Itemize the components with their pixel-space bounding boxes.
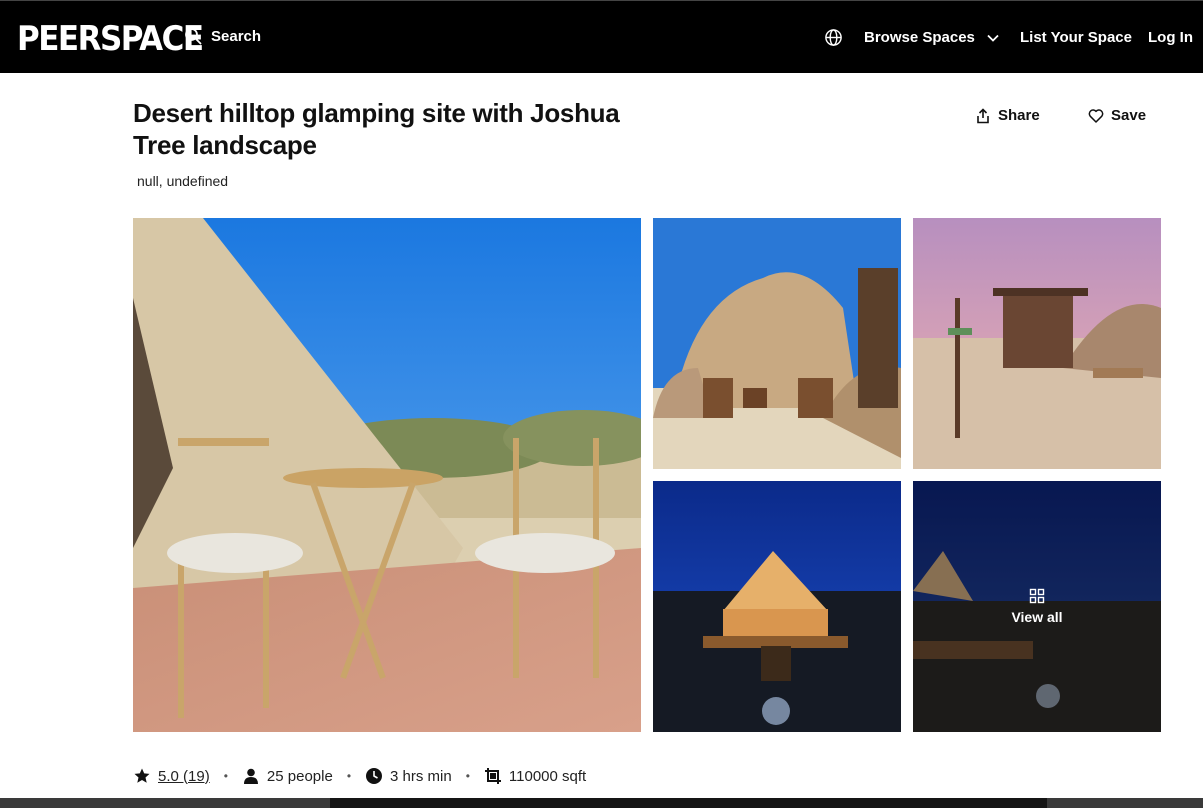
search-icon: [185, 28, 202, 45]
night-tent-photo: [653, 481, 901, 732]
bottom-strip: [0, 798, 1203, 808]
peerspace-logo[interactable]: PEERSPACE: [17, 20, 204, 59]
rating-link[interactable]: 5.0 (19): [158, 768, 210, 785]
log-in-link[interactable]: Log In: [1148, 29, 1193, 46]
person-icon: [243, 768, 258, 784]
min-hours-value: 3 hrs min: [390, 767, 452, 785]
gallery-photo-view-all[interactable]: View all: [913, 481, 1161, 732]
boulders-chairs-photo: [653, 218, 901, 469]
gallery-photo-rocks[interactable]: [653, 218, 901, 469]
chevron-down-icon: [987, 34, 999, 42]
size-value: 110000 sqft: [508, 767, 587, 785]
share-icon: [977, 107, 989, 123]
star-icon: [134, 768, 150, 783]
save-label: Save: [1111, 107, 1147, 124]
capacity-stat: 25 people: [242, 767, 333, 785]
separator-dot: •: [223, 769, 228, 783]
share-button[interactable]: Share: [975, 107, 1040, 124]
heart-icon: [1088, 108, 1104, 123]
listing-location: null, undefined: [137, 173, 229, 189]
tent-chairs-photo: [133, 218, 641, 732]
gallery-main-photo[interactable]: [133, 218, 641, 732]
sunset-shelter-photo: [913, 218, 1161, 469]
list-your-space-link[interactable]: List Your Space: [1020, 29, 1132, 46]
save-button[interactable]: Save: [1088, 107, 1146, 124]
view-all-label: View all: [1011, 609, 1063, 625]
listing-title: Desert hilltop glamping site with Joshua…: [133, 98, 620, 160]
gallery-photo-sunset[interactable]: [913, 218, 1161, 469]
search-button[interactable]: Search: [184, 25, 261, 47]
min-hours-stat: 3 hrs min: [365, 767, 452, 785]
rating-stat: 5.0 (19): [133, 767, 210, 785]
view-all-overlay[interactable]: View all: [913, 481, 1161, 732]
grid-icon: [1029, 588, 1045, 604]
browse-spaces-label: Browse Spaces: [864, 29, 975, 46]
crop-icon: [484, 768, 501, 784]
globe-icon[interactable]: [824, 28, 843, 47]
size-stat: 110000 sqft: [484, 767, 586, 785]
gallery-photo-night-tent[interactable]: [653, 481, 901, 732]
separator-dot: •: [465, 769, 470, 783]
browse-spaces-menu[interactable]: Browse Spaces: [864, 29, 1000, 46]
top-nav-bar: PEERSPACE Search Browse Spaces List Your…: [0, 0, 1203, 73]
clock-icon: [366, 768, 383, 784]
listing-stats: 5.0 (19) • 25 people • 3 hrs min • 11000…: [133, 766, 586, 786]
separator-dot: •: [346, 769, 352, 783]
capacity-value: 25 people: [266, 767, 333, 785]
share-label: Share: [998, 107, 1040, 124]
search-label: Search: [211, 27, 262, 45]
